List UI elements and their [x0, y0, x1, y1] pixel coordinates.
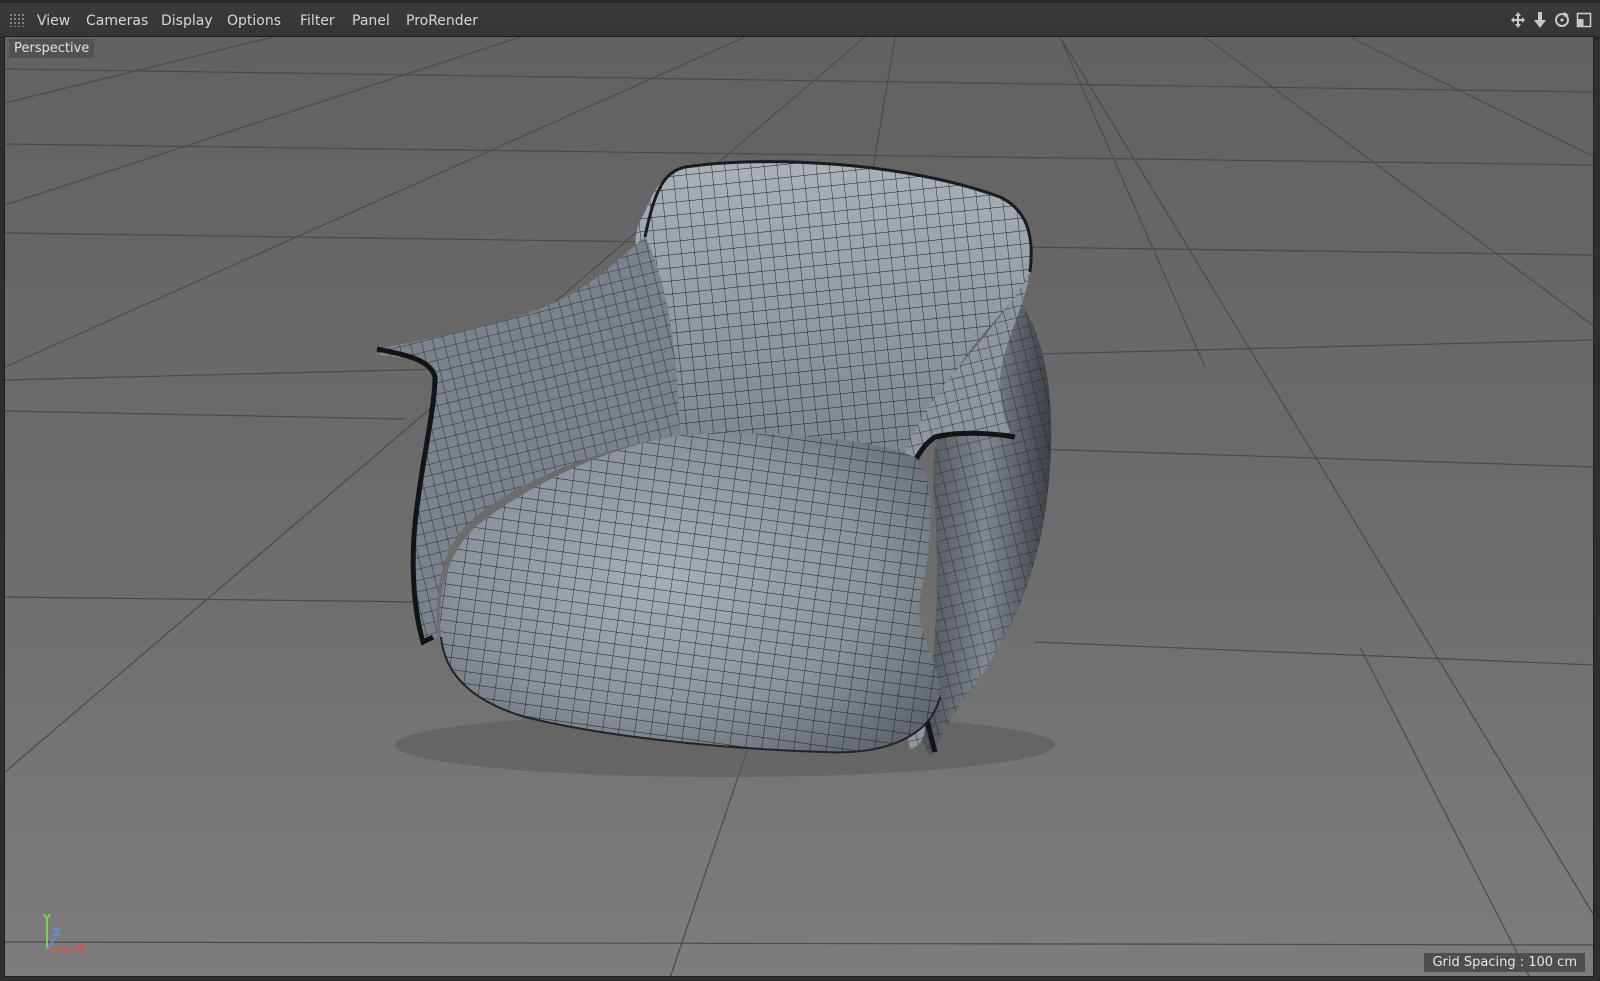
rotate-view-icon[interactable] — [1554, 11, 1570, 29]
menu-view[interactable]: View — [37, 11, 70, 31]
viewport-window: View Cameras Display Options Filter Pane… — [0, 0, 1600, 981]
viewport-nav-icons — [1510, 9, 1592, 31]
grid-spacing-readout: Grid Spacing : 100 cm — [1424, 953, 1585, 972]
3d-viewport[interactable]: Perspective Y Z X Grid Spacing : 100 cm — [4, 36, 1594, 977]
axis-y-label: Y — [43, 912, 51, 925]
menu-options[interactable]: Options — [227, 11, 281, 31]
top-divider — [0, 0, 1600, 3]
panel-grip-icon[interactable] — [9, 13, 25, 27]
axis-x-label: X — [77, 942, 86, 955]
menu-cameras[interactable]: Cameras — [86, 11, 148, 31]
toggle-layout-icon[interactable] — [1576, 11, 1592, 29]
axis-gizmo: Y Z X — [39, 912, 89, 958]
scene-canvas[interactable] — [5, 37, 1594, 977]
camera-label[interactable]: Perspective — [9, 39, 95, 58]
zoom-view-icon[interactable] — [1532, 11, 1548, 29]
menu-display[interactable]: Display — [161, 11, 213, 31]
axis-z-label: Z — [53, 926, 61, 939]
menu-panel[interactable]: Panel — [352, 11, 390, 31]
menu-filter[interactable]: Filter — [300, 11, 335, 31]
move-view-icon[interactable] — [1510, 11, 1526, 29]
viewport-menubar: View Cameras Display Options Filter Pane… — [0, 0, 1600, 38]
menu-prorender[interactable]: ProRender — [406, 11, 478, 31]
